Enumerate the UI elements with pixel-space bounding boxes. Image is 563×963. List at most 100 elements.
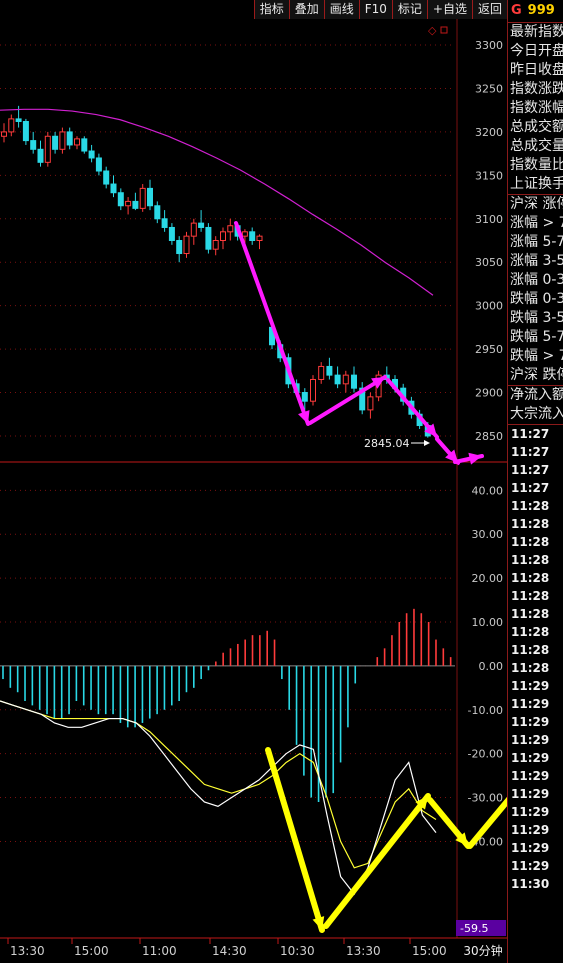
- candle-body: [351, 374, 357, 389]
- breadth-row-label: 涨幅 3-5: [510, 253, 563, 269]
- magenta-arrow-down-1-head: [298, 410, 310, 424]
- candle-body: [132, 200, 139, 209]
- candle-body: [154, 205, 161, 220]
- tick-time: 11:28: [511, 517, 550, 531]
- breadth-row-label: 跌幅 5-7: [510, 329, 563, 345]
- diamond-marker: ◇: [428, 24, 437, 37]
- time-tick-label: 15:00: [412, 944, 447, 958]
- flow-row-label: 大宗流入: [510, 406, 563, 422]
- breadth-row-label: 涨幅 0-3: [510, 272, 563, 288]
- candle-body: [147, 187, 153, 207]
- price-tick-label: 3150: [475, 169, 503, 182]
- time-tick-label: 14:30: [212, 944, 247, 958]
- candle-body: [125, 200, 132, 207]
- tick-time: 11:28: [511, 535, 550, 549]
- quote-row-label: 上证换手: [510, 176, 563, 192]
- annotation-pointer-head: [424, 440, 430, 446]
- macd-tick-label: 20.00: [472, 572, 504, 585]
- breadth-row-label: 跌幅 > 7: [510, 348, 563, 364]
- quote-row-label: 昨日收盘: [510, 62, 563, 78]
- candle-body: [205, 226, 212, 250]
- candle-body: [168, 226, 175, 241]
- price-tick-label: 3300: [475, 39, 503, 52]
- macd-tick-label: 40.00: [472, 484, 504, 497]
- tick-time: 11:29: [511, 715, 550, 729]
- yellow-arrow-down-1: [265, 747, 325, 933]
- tick-time: 11:29: [511, 805, 550, 819]
- tick-time: 11:29: [511, 697, 550, 711]
- tick-time: 11:29: [511, 679, 550, 693]
- flow-row-label: 净流入额: [510, 387, 563, 403]
- macd-tick-label: 30.00: [472, 528, 504, 541]
- candle-body: [256, 235, 263, 241]
- macd-tick-label: -20.00: [468, 748, 503, 761]
- price-tick-label: 2900: [475, 387, 503, 400]
- yellow-arrow-up-2: [467, 796, 507, 849]
- tick-time: 11:28: [511, 643, 550, 657]
- candle-body: [110, 183, 117, 194]
- candle-body: [37, 148, 44, 163]
- candle-body: [183, 235, 190, 255]
- breadth-header: 沪深 涨停: [508, 194, 563, 214]
- tick-time: 11:28: [511, 607, 550, 621]
- low-price-annotation: 2845.04: [364, 437, 410, 450]
- candle-body: [342, 374, 349, 385]
- tick-time: 11:27: [511, 445, 550, 459]
- time-tick-label: 15:00: [74, 944, 109, 958]
- candle-body: [15, 118, 22, 122]
- tick-time: 11:29: [511, 841, 550, 855]
- tick-time: 11:29: [511, 751, 550, 765]
- tick-time: 11:29: [511, 859, 550, 873]
- candle-body: [1, 131, 7, 137]
- candle-body: [66, 131, 73, 146]
- candle-body: [81, 138, 88, 152]
- candle-body: [44, 135, 51, 163]
- tick-time: 11:28: [511, 499, 550, 513]
- quote-row-label: 指数涨幅: [510, 100, 563, 116]
- price-tick-label: 3100: [475, 213, 503, 226]
- tick-time: 11:29: [511, 769, 550, 783]
- candle-body: [52, 135, 59, 150]
- price-tick-label: 2950: [475, 343, 503, 356]
- candle-body: [30, 140, 37, 150]
- candle-body: [310, 378, 316, 402]
- timeframe-selector[interactable]: 30分钟: [459, 940, 507, 963]
- tick-times: 11:27 11:27 11:27 11:27 11:28 11:28 11:28 11:28…: [508, 424, 563, 893]
- tick-time: 11:29: [511, 787, 550, 801]
- macd-tick-label: 10.00: [472, 616, 504, 629]
- candle-body: [249, 231, 256, 241]
- candle-body: [176, 240, 183, 255]
- market-tag: G: [511, 3, 522, 18]
- quote-row-label: 总成交量: [510, 138, 563, 154]
- tick-time: 11:29: [511, 733, 550, 747]
- candle-body: [88, 150, 95, 159]
- time-tick-label: 13:30: [346, 944, 381, 958]
- quote-side-panel: G 999 最新指数 今日开盘 昨日收盘 指数涨跌 指数涨幅 总成交额 总成交量 指数量比 上证换…: [507, 0, 563, 963]
- price-tick-label: 3250: [475, 82, 503, 95]
- candle-body: [117, 192, 124, 207]
- quote-row-label: 今日开盘: [510, 43, 563, 59]
- magenta-arrow-down-1: [234, 221, 310, 426]
- price-tick-label: 3000: [475, 300, 503, 313]
- tick-time: 11:28: [511, 553, 550, 567]
- candle-body: [367, 396, 374, 411]
- candle-body: [190, 222, 197, 237]
- candle-body: [103, 170, 110, 185]
- candle-body: [59, 131, 66, 150]
- candle-body: [241, 231, 248, 237]
- price-tick-label: 3200: [475, 126, 503, 139]
- tick-time: 11:27: [511, 463, 550, 477]
- breadth-row-label: 跌幅 3-5: [510, 310, 563, 326]
- square-marker: [440, 26, 448, 34]
- tick-time: 11:27: [511, 427, 550, 441]
- candle-body: [22, 120, 29, 142]
- price-tick-label: 2850: [475, 430, 503, 443]
- price-tick-label: 3050: [475, 256, 503, 269]
- kline-chart[interactable]: 2850 2900 2950 3000 3050 3100 3150 3200 3250 3300…: [0, 0, 507, 963]
- yellow-arrow-up-1: [323, 793, 431, 929]
- macd-tick-label: 0.00: [479, 660, 504, 673]
- macd-tick-label: -30.00: [468, 792, 503, 805]
- candle-body: [95, 157, 102, 172]
- candle-body: [161, 218, 168, 228]
- macd-value-marker: -59.5: [460, 922, 488, 935]
